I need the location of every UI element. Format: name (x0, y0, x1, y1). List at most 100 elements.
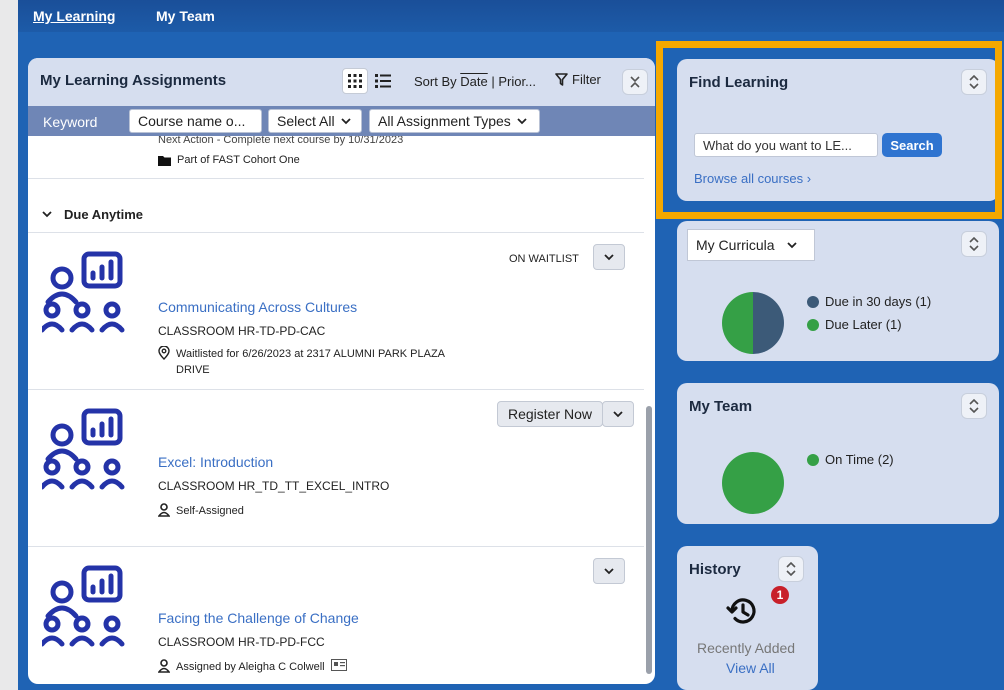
chevron-up-down-icon (786, 562, 796, 576)
legend-label: Due Later (1) (825, 317, 902, 332)
collapse-button[interactable] (622, 69, 648, 95)
nav-my-team[interactable]: My Team (156, 8, 215, 24)
course-code: CLASSROOM HR-TD-PD-CAC (158, 324, 326, 338)
chevron-down-icon (604, 567, 614, 574)
highlight-box (656, 41, 1002, 219)
register-now-button[interactable]: Register Now (497, 401, 604, 427)
group-title: Due Anytime (64, 207, 143, 222)
curricula-select[interactable]: My Curricula (687, 229, 815, 261)
contact-card-icon[interactable] (330, 659, 347, 671)
my-team-title: My Team (689, 398, 753, 415)
filter-button[interactable]: Filter (555, 72, 601, 87)
status-badge: ON WAITLIST (509, 253, 579, 265)
grid-view-button[interactable] (342, 68, 368, 94)
chevron-down-icon (42, 211, 52, 218)
legend-dot (807, 318, 819, 331)
expand-collapse-button[interactable] (961, 231, 987, 257)
waitlist-text: Waitlisted for 6/26/2023 at 2317 ALUMNI … (176, 346, 445, 378)
recently-added-label: Recently Added (697, 640, 796, 656)
nav-my-learning[interactable]: My Learning (33, 8, 115, 24)
course-title-link[interactable]: Facing the Challenge of Change (158, 610, 359, 626)
cohort-line: Part of FAST Cohort One (158, 154, 300, 166)
scrollbar[interactable] (646, 406, 652, 674)
legend-dot (807, 295, 819, 308)
item-actions-button[interactable] (593, 558, 625, 584)
keyword-label: Keyword (43, 114, 98, 130)
group-header-due-anytime[interactable]: Due Anytime (42, 207, 143, 222)
sort-separator: | (491, 74, 495, 89)
history-card: History 1 Recently Added View All (677, 546, 818, 690)
legend-due-30-days: Due in 30 days (1) (807, 294, 931, 309)
course-name-input[interactable]: Course name o... (129, 109, 262, 133)
course-meta: Assigned by Aleigha C Colwell (158, 659, 347, 675)
list-item: Facing the Challenge of Change CLASSROOM… (28, 546, 644, 684)
select-all-dropdown[interactable]: Select All (268, 109, 362, 133)
chevron-down-icon (517, 117, 527, 124)
item-actions-button[interactable] (593, 244, 625, 270)
filter-label: Filter (572, 72, 601, 87)
assignment-list: Next Action - Complete next course by 10… (28, 136, 644, 684)
app-frame: My Learning My Team My Learning Assignme… (18, 0, 1004, 690)
legend-on-time: On Time (2) (807, 452, 894, 467)
course-meta: Waitlisted for 6/26/2023 at 2317 ALUMNI … (158, 346, 445, 378)
assignment-types-value: All Assignment Types (378, 113, 511, 129)
chevron-down-icon (604, 253, 614, 260)
legend-due-later: Due Later (1) (807, 317, 902, 332)
view-all-link[interactable]: View All (726, 660, 775, 676)
sort-date-option[interactable]: Date (460, 74, 487, 89)
classroom-course-icon (42, 251, 125, 333)
top-nav: My Learning My Team (18, 0, 1004, 32)
sort-by-control[interactable]: Sort By Date | Prior... (414, 74, 536, 89)
person-icon (158, 659, 170, 673)
pie-slice (722, 292, 753, 354)
folder-icon (158, 155, 171, 166)
select-all-value: Select All (277, 113, 335, 129)
history-icon[interactable] (726, 594, 760, 628)
expand-collapse-button[interactable] (961, 393, 987, 419)
list-view-button[interactable] (370, 68, 396, 94)
curricula-pie-chart (722, 292, 784, 354)
chevron-up-down-icon (969, 237, 979, 251)
sort-by-label: Sort By (414, 74, 457, 89)
assignments-panel: My Learning Assignments Sort By Date | P… (28, 58, 655, 684)
divider (28, 178, 644, 179)
location-pin-icon (158, 346, 170, 360)
course-title-link[interactable]: Excel: Introduction (158, 454, 273, 470)
legend-label: Due in 30 days (1) (825, 294, 932, 309)
sort-priority-option[interactable]: Prior... (498, 74, 536, 89)
legend-label: On Time (2) (825, 452, 894, 467)
item-actions-button[interactable] (602, 401, 634, 427)
course-code: CLASSROOM HR_TD_TT_EXCEL_INTRO (158, 479, 390, 493)
my-team-card: My Team On Time (2) (677, 383, 999, 524)
waitlist-line-2: DRIVE (176, 364, 210, 376)
collapse-icon (630, 76, 640, 88)
course-meta: Self-Assigned (158, 503, 244, 519)
assignments-title: My Learning Assignments (40, 72, 227, 89)
list-icon (375, 74, 391, 88)
grid-icon (348, 74, 362, 88)
legend-dot (807, 453, 819, 466)
course-code: CLASSROOM HR-TD-PD-FCC (158, 635, 325, 649)
list-item: ON WAITLIST Communicating Across Culture… (28, 232, 644, 389)
next-action-text: Next Action - Complete next course by 10… (158, 136, 404, 146)
expand-collapse-button[interactable] (778, 556, 804, 582)
notification-badge: 1 (771, 586, 789, 604)
classroom-course-icon (42, 408, 125, 490)
chevron-down-icon (613, 410, 623, 417)
chevron-down-icon (786, 241, 797, 248)
person-icon (158, 503, 170, 517)
history-title: History (689, 561, 741, 578)
classroom-course-icon (42, 565, 125, 647)
chevron-down-icon (340, 117, 351, 124)
assignments-header: My Learning Assignments Sort By Date | P… (28, 58, 655, 106)
curricula-card: My Curricula Due in 30 days (1) Due Late… (677, 221, 999, 361)
waitlist-line-1: Waitlisted for 6/26/2023 at 2317 ALUMNI … (176, 348, 446, 360)
assigned-text: Self-Assigned (176, 505, 244, 517)
chevron-up-down-icon (969, 399, 979, 413)
filter-icon (555, 73, 568, 86)
pie-slice (722, 452, 784, 514)
assigned-by-text: Assigned by Aleigha C Colwell (176, 661, 325, 673)
list-item: Register Now Excel: Introduction CLASSRO… (28, 389, 644, 546)
course-title-link[interactable]: Communicating Across Cultures (158, 299, 357, 315)
assignment-types-dropdown[interactable]: All Assignment Types (369, 109, 540, 133)
